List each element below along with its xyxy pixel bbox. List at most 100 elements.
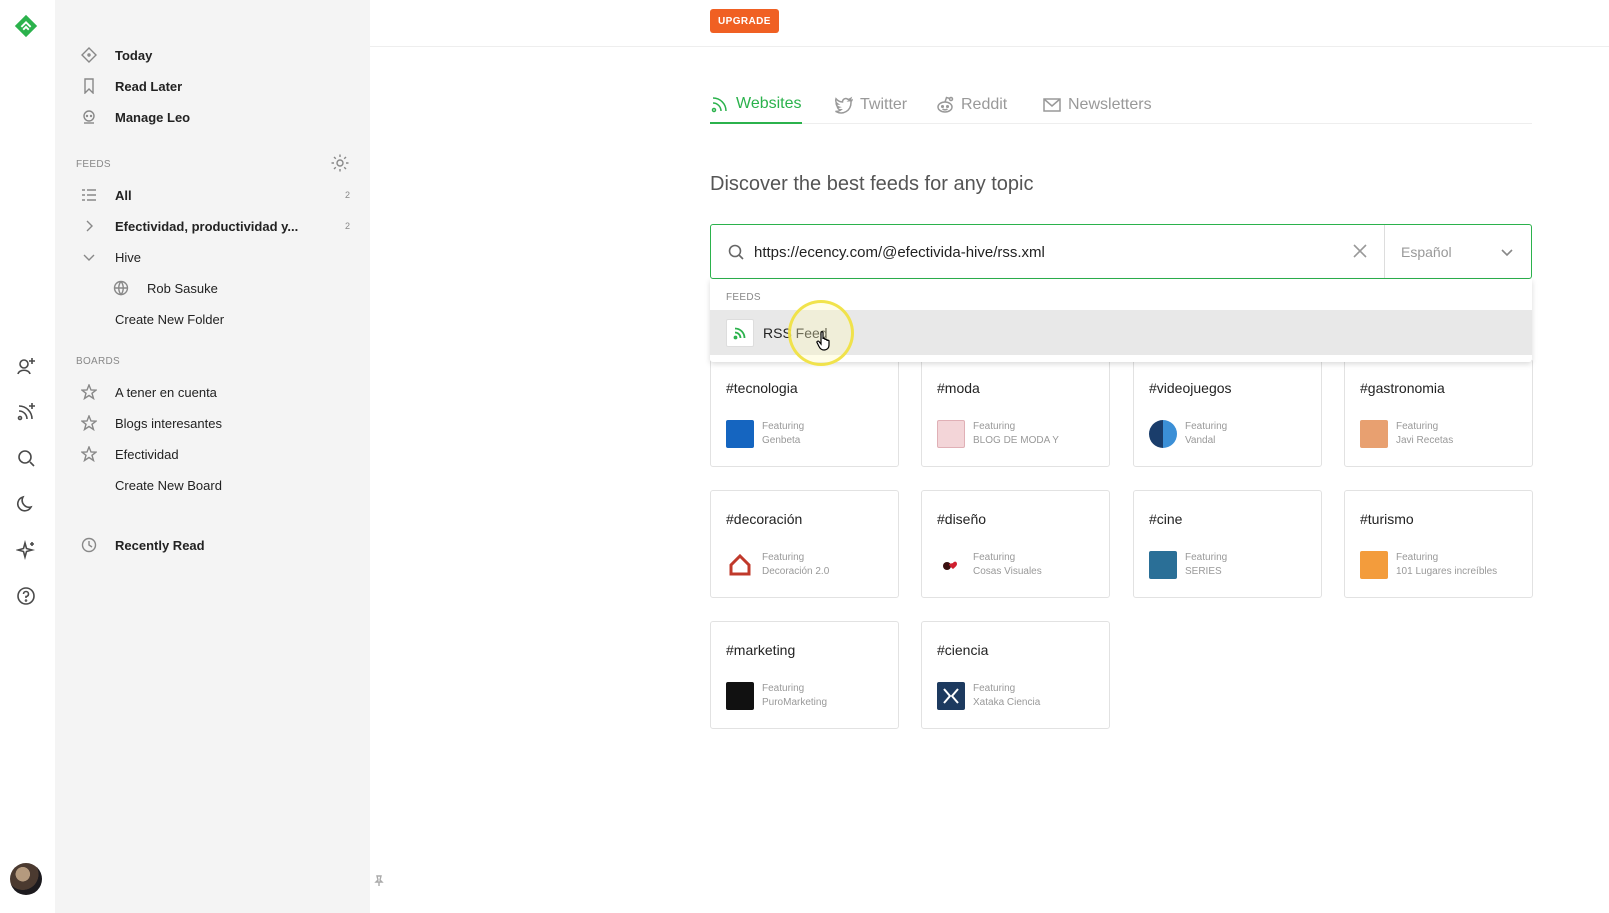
topic-card[interactable]: #marketing Featuring PuroMarketing — [710, 621, 899, 729]
tab-label: Websites — [736, 95, 802, 112]
suggestions-section-label: FEEDS — [726, 292, 761, 303]
sidebar-item-board-efectividad[interactable]: Efectividad — [80, 440, 350, 468]
sidebar-item-label: Hive — [115, 249, 142, 265]
source-logo — [726, 682, 754, 710]
help-icon[interactable] — [13, 583, 39, 609]
sparkle-icon[interactable] — [13, 537, 39, 563]
tab-label: Newsletters — [1068, 96, 1152, 113]
top-bar — [370, 0, 1609, 47]
list-icon — [80, 186, 98, 204]
source-logo — [937, 682, 965, 710]
topic-tag: #cine — [1149, 511, 1183, 527]
sidebar-item-label: Create New Folder — [115, 311, 225, 327]
topic-card[interactable]: #diseño Featuring Cosas Visuales — [921, 490, 1110, 598]
avatar[interactable] — [10, 863, 42, 895]
source-logo — [937, 420, 965, 448]
topic-tag: #moda — [937, 380, 980, 396]
chevron-right-icon[interactable] — [80, 217, 98, 235]
source-logo — [726, 551, 754, 579]
source-logo — [1360, 551, 1388, 579]
sidebar-item-label: Blogs interesantes — [115, 415, 222, 431]
featured-source: Decoración 2.0 — [762, 566, 830, 577]
today-icon — [80, 46, 98, 64]
sidebar-item-label: Today — [115, 47, 153, 63]
icon-rail — [0, 0, 55, 913]
sidebar-item-feed-rob-sasuke[interactable]: Rob Sasuke — [112, 274, 350, 302]
sidebar-item-all[interactable]: All 2 — [80, 181, 350, 209]
search-box: Español — [710, 224, 1532, 279]
featuring-label: Featuring — [1396, 552, 1439, 563]
topic-tag: #ciencia — [937, 642, 989, 658]
sidebar-item-recently-read[interactable]: Recently Read — [80, 531, 350, 559]
globe-icon — [112, 279, 130, 297]
language-select[interactable]: Español — [1384, 225, 1532, 278]
star-icon — [80, 383, 98, 401]
sidebar-item-read-later[interactable]: Read Later — [80, 72, 350, 100]
create-new-folder-link[interactable]: Create New Folder — [80, 305, 350, 333]
leo-icon — [80, 108, 98, 126]
featured-source: 101 Lugares increíbles — [1396, 566, 1498, 577]
topic-card[interactable]: #decoración Featuring Decoración 2.0 — [710, 490, 899, 598]
featuring-label: Featuring — [762, 683, 805, 694]
sidebar-item-label: Read Later — [115, 78, 183, 94]
featuring-label: Featuring — [1185, 421, 1228, 432]
sidebar-item-label: Create New Board — [115, 477, 222, 493]
topic-tag: #diseño — [937, 511, 987, 527]
upgrade-button[interactable]: UPGRADE — [710, 9, 779, 33]
add-feed-icon[interactable] — [13, 399, 39, 425]
topic-card[interactable]: #cine Featuring SERIES — [1133, 490, 1322, 598]
featuring-label: Featuring — [973, 683, 1016, 694]
unread-count: 2 — [344, 190, 350, 200]
create-new-board-link[interactable]: Create New Board — [80, 471, 350, 499]
topic-card[interactable]: #moda Featuring BLOG DE MODA Y — [921, 359, 1110, 467]
sidebar-item-folder-hive[interactable]: Hive — [80, 243, 350, 271]
feeds-section-label: FEEDS — [76, 159, 111, 170]
sidebar-item-label: A tener en cuenta — [115, 384, 217, 400]
topic-card[interactable]: #videojuegos Featuring Vandal — [1133, 359, 1322, 467]
topic-card[interactable]: #tecnologia Featuring Genbeta — [710, 359, 899, 467]
add-person-icon[interactable] — [13, 353, 39, 379]
sidebar-item-board-blogs-interesantes[interactable]: Blogs interesantes — [80, 409, 350, 437]
moon-icon[interactable] — [13, 491, 39, 517]
sidebar-item-board-a-tener-en-cuenta[interactable]: A tener en cuenta — [80, 378, 350, 406]
tab-label: Reddit — [961, 96, 1008, 113]
tab-websites[interactable]: Websites — [710, 86, 802, 124]
rss-icon — [726, 318, 754, 347]
tab-twitter[interactable]: Twitter — [834, 86, 907, 124]
topic-tag: #videojuegos — [1149, 380, 1232, 396]
clock-icon — [80, 536, 98, 554]
gear-icon[interactable] — [330, 153, 350, 173]
search-input[interactable] — [754, 239, 1334, 265]
source-logo — [726, 420, 754, 448]
topic-tag: #turismo — [1360, 511, 1414, 527]
sidebar-item-manage-leo[interactable]: Manage Leo — [80, 103, 350, 131]
sidebar-item-folder-efectividad[interactable]: Efectividad, productividad y... 2 — [80, 212, 350, 240]
language-value: Español — [1401, 243, 1452, 260]
source-logo — [1360, 420, 1388, 448]
topic-card[interactable]: #ciencia Featuring Xataka Ciencia — [921, 621, 1110, 729]
hand-cursor-icon — [816, 331, 832, 351]
topic-card[interactable]: #gastronomia Featuring Javi Recetas — [1344, 359, 1533, 467]
search-icon[interactable] — [13, 445, 39, 471]
featured-source: Vandal — [1185, 435, 1216, 446]
sidebar: Today Read Later Manage Leo FEEDS All 2 … — [55, 0, 370, 913]
featured-source: BLOG DE MODA Y — [973, 435, 1059, 446]
sidebar-item-today[interactable]: Today — [80, 41, 350, 69]
pin-icon[interactable] — [373, 874, 385, 886]
feedly-logo-icon[interactable] — [13, 13, 39, 39]
clear-icon[interactable] — [1351, 242, 1371, 262]
topic-card[interactable]: #turismo Featuring 101 Lugares increíbles — [1344, 490, 1533, 598]
tab-reddit[interactable]: Reddit — [935, 86, 1007, 124]
source-logo — [937, 551, 965, 579]
chevron-down-icon — [1501, 249, 1513, 257]
featured-source: SERIES — [1185, 566, 1222, 577]
mail-icon — [1043, 98, 1061, 112]
star-icon — [80, 445, 98, 463]
tab-newsletters[interactable]: Newsletters — [1042, 86, 1152, 124]
featured-source: Javi Recetas — [1396, 435, 1454, 446]
topic-tag: #decoración — [726, 511, 803, 527]
chevron-down-icon[interactable] — [80, 248, 98, 266]
unread-count: 2 — [344, 221, 350, 231]
sidebar-item-label: Manage Leo — [115, 109, 191, 125]
featuring-label: Featuring — [973, 421, 1016, 432]
